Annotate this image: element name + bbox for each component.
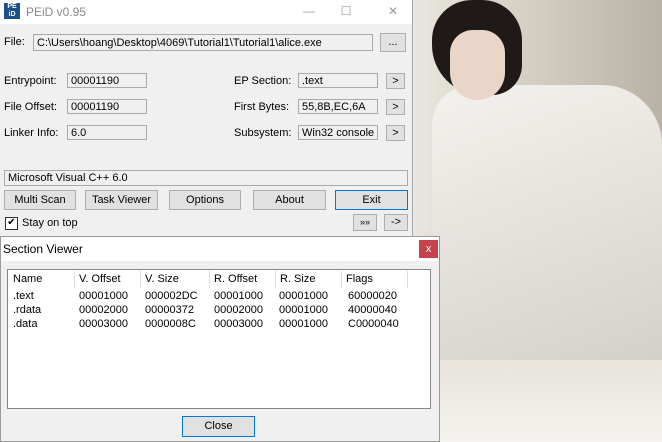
section-viewer-close-icon[interactable]: x [419, 240, 438, 258]
stay-on-top-label: Stay on top [22, 217, 78, 229]
virtual-size: 0000008C [145, 318, 196, 330]
more-button[interactable]: -> [384, 214, 408, 231]
sections-table[interactable]: Name V. Offset V. Size R. Offset R. Size… [7, 269, 431, 409]
ep-section-label: EP Section: [234, 75, 292, 87]
column-header[interactable]: R. Size [276, 271, 342, 288]
browse-button[interactable]: ... [380, 33, 406, 52]
about-button[interactable]: About [253, 190, 326, 210]
first-bytes-field[interactable]: 55,8B,EC,6A [298, 99, 378, 114]
first-bytes-arrow-button[interactable]: > [386, 99, 405, 115]
ep-section-field[interactable]: .text [298, 73, 378, 88]
section-name: .text [13, 290, 34, 302]
virtual-size: 000002DC [145, 290, 198, 302]
minimize-button[interactable]: — [298, 2, 320, 20]
column-header[interactable]: Name [9, 271, 75, 288]
subsystem-label: Subsystem: [234, 127, 292, 139]
subsystem-field[interactable]: Win32 console [298, 125, 378, 140]
peid-window: PE iD PEiD v0.95 — ☐ ✕ File: C:\Users\ho… [0, 0, 413, 236]
raw-offset: 00001000 [214, 290, 263, 302]
column-header[interactable]: Flags [342, 271, 408, 288]
close-button[interactable]: ✕ [382, 2, 404, 20]
virtual-size: 00000372 [145, 304, 194, 316]
file-offset-field[interactable]: 00001190 [67, 99, 147, 114]
virtual-offset: 00001000 [79, 290, 128, 302]
section-name: .data [13, 318, 38, 330]
task-viewer-button[interactable]: Task Viewer [85, 190, 158, 210]
peid-app-icon: PE iD [4, 3, 20, 19]
extra-info-button[interactable]: »» [353, 214, 377, 231]
entrypoint-field[interactable]: 00001190 [67, 73, 147, 88]
section-flags: 60000020 [348, 290, 397, 302]
file-offset-label: File Offset: [4, 101, 57, 113]
section-viewer-dialog: Section Viewer x Name V. Offset V. Size … [0, 236, 440, 442]
raw-size: 00001000 [279, 318, 328, 330]
window-title: PEiD v0.95 [26, 5, 87, 19]
section-name: .rdata [13, 304, 42, 316]
subsystem-arrow-button[interactable]: > [386, 125, 405, 141]
section-flags: C0000040 [348, 318, 399, 330]
background-photo [412, 0, 662, 442]
linker-info-field[interactable]: 6.0 [67, 125, 147, 140]
file-path-field[interactable]: C:\Users\hoang\Desktop\4069\Tutorial1\Tu… [33, 34, 373, 51]
raw-offset: 00003000 [214, 318, 263, 330]
first-bytes-label: First Bytes: [234, 101, 290, 113]
file-label: File: [4, 36, 25, 48]
column-header[interactable]: R. Offset [210, 271, 276, 288]
entrypoint-label: Entrypoint: [4, 75, 57, 87]
raw-size: 00001000 [279, 304, 328, 316]
virtual-offset: 00003000 [79, 318, 128, 330]
column-header[interactable]: V. Size [141, 271, 210, 288]
multi-scan-button[interactable]: Multi Scan [4, 190, 76, 210]
title-bar[interactable]: PE iD PEiD v0.95 — ☐ ✕ [0, 0, 412, 24]
virtual-offset: 00002000 [79, 304, 128, 316]
close-dialog-button[interactable]: Close [182, 416, 255, 437]
column-header[interactable]: V. Offset [75, 271, 141, 288]
stay-on-top-checkbox[interactable]: ✔ [5, 217, 18, 230]
section-flags: 40000040 [348, 304, 397, 316]
exit-button[interactable]: Exit [335, 190, 408, 210]
ep-section-arrow-button[interactable]: > [386, 73, 405, 89]
raw-size: 00001000 [279, 290, 328, 302]
photo-floor [412, 360, 662, 442]
maximize-button[interactable]: ☐ [335, 2, 357, 20]
detection-result: Microsoft Visual C++ 6.0 [4, 170, 408, 186]
raw-offset: 00002000 [214, 304, 263, 316]
photo-face [450, 30, 505, 100]
section-viewer-title: Section Viewer [3, 242, 83, 256]
options-button[interactable]: Options [169, 190, 241, 210]
section-viewer-title-bar[interactable]: Section Viewer x [1, 237, 439, 261]
linker-info-label: Linker Info: [4, 127, 59, 139]
